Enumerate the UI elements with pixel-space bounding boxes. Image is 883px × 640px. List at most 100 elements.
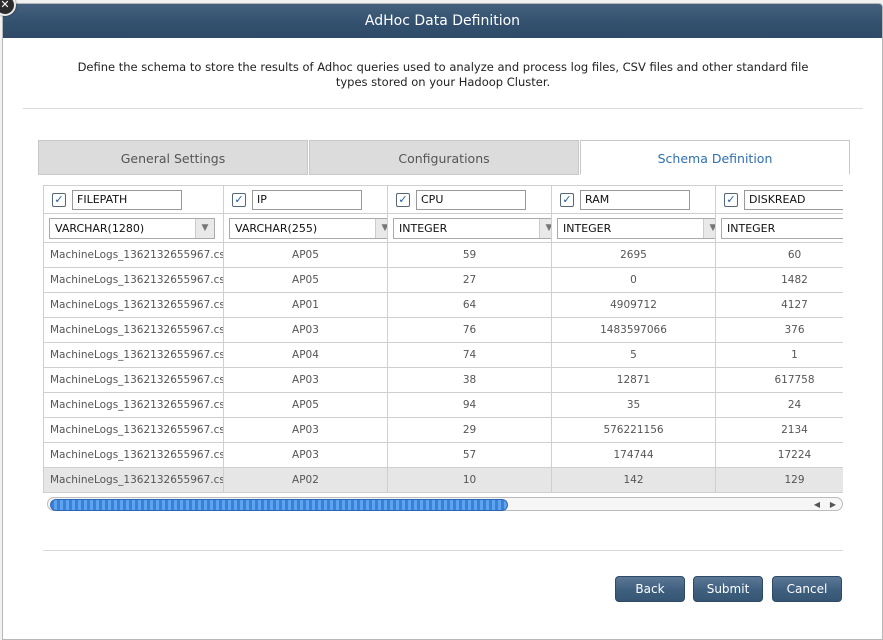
dialog-window: AdHoc Data Definition Define the schema … [2, 3, 883, 640]
table-cell: 142 [551, 467, 716, 493]
column-name-input[interactable] [72, 189, 182, 210]
scroll-arrows: ◀ ▶ [809, 498, 841, 510]
table-cell: MachineLogs_1362132655967.csv [43, 267, 224, 293]
column-type-cell: INTEGER ▼ [387, 213, 552, 243]
table-cell: 57 [387, 442, 552, 468]
table-row[interactable]: MachineLogs_1362132655967.csv AP03 76 14835… [43, 317, 843, 343]
table-cell: 1483597066 [551, 317, 716, 343]
chevron-down-icon[interactable]: ▼ [195, 218, 214, 238]
table-cell: MachineLogs_1362132655967.csv [43, 442, 224, 468]
table-cell: 29 [387, 417, 552, 443]
cancel-button[interactable]: Cancel [772, 576, 842, 602]
chevron-down-icon[interactable]: ▼ [703, 218, 715, 238]
table-cell: MachineLogs_1362132655967.csv [43, 392, 224, 418]
table-cell: 174744 [551, 442, 716, 468]
divider [43, 550, 843, 551]
table-cell: 2134 [715, 417, 843, 443]
column-type-value: INTEGER [399, 221, 448, 235]
scroll-left-icon[interactable]: ◀ [814, 500, 820, 509]
column-name-input[interactable] [580, 189, 690, 210]
table-cell: 76 [387, 317, 552, 343]
table-row[interactable]: MachineLogs_1362132655967.csv AP03 38 12871… [43, 367, 843, 393]
table-cell: 4909712 [551, 292, 716, 318]
table-cell: 27 [387, 267, 552, 293]
table-cell: 376 [715, 317, 843, 343]
column-type-select[interactable]: VARCHAR(1280) ▼ [49, 217, 215, 239]
dialog-title: AdHoc Data Definition [3, 4, 882, 38]
column-name-input[interactable] [252, 189, 362, 210]
table-cell: MachineLogs_1362132655967.csv [43, 242, 224, 268]
column-name-input[interactable] [416, 189, 526, 210]
table-cell: 35 [551, 392, 716, 418]
horizontal-scrollbar[interactable]: ◀ ▶ [47, 497, 843, 511]
column-type-select[interactable]: INTEGER ▼ [557, 217, 715, 239]
submit-button[interactable]: Submit [693, 576, 763, 602]
column-include-checkbox[interactable]: ✓ [52, 192, 66, 207]
table-cell: 24 [715, 392, 843, 418]
table-row[interactable]: MachineLogs_1362132655967.csv AP05 94 35 24 [43, 392, 843, 418]
table-cell: 64 [387, 292, 552, 318]
table-row[interactable]: MachineLogs_1362132655967.csv AP01 64 49097… [43, 292, 843, 318]
chevron-down-icon[interactable]: ▼ [539, 218, 551, 238]
column-type-cell: INTEGER ▼ [551, 213, 716, 243]
column-header: ✓ [225, 189, 387, 210]
column-include-checkbox[interactable]: ✓ [724, 192, 738, 207]
table-cell: 617758 [715, 367, 843, 393]
column-type-cell: INTEGER▼ [715, 213, 843, 243]
table-cell: 1482 [715, 267, 843, 293]
table-cell: 74 [387, 342, 552, 368]
schema-grid: ✓✓✓✓✓VARCHAR(1280)▼VARCHAR(255)▼INTEGER▼… [43, 185, 843, 515]
table-row[interactable]: MachineLogs_1362132655967.csv AP05 59 2695 6… [43, 242, 843, 268]
table-cell: 38 [387, 367, 552, 393]
column-include-checkbox[interactable]: ✓ [560, 192, 574, 207]
table-cell: 12871 [551, 367, 716, 393]
column-type-value: INTEGER [563, 221, 612, 235]
column-type-value: VARCHAR(1280) [55, 221, 145, 235]
chevron-down-icon[interactable]: ▼ [375, 218, 387, 238]
table-cell: 0 [551, 267, 716, 293]
table-cell: 129 [715, 467, 843, 493]
table-cell: 17224 [715, 442, 843, 468]
table-row[interactable]: MachineLogs_1362132655967.csv AP04 74 5 1 [43, 342, 843, 368]
table-cell: 94 [387, 392, 552, 418]
table-cell: AP03 [223, 367, 388, 393]
table-cell: MachineLogs_1362132655967.csv [43, 467, 224, 493]
column-type-value: VARCHAR(255) [235, 221, 318, 235]
table-cell: 4127 [715, 292, 843, 318]
table-row[interactable]: MachineLogs_1362132655967.csv AP03 57 17474… [43, 442, 843, 468]
table-cell: 60 [715, 242, 843, 268]
table-row[interactable]: MachineLogs_1362132655967.csv AP02 10 142 12… [43, 467, 843, 493]
table-cell: MachineLogs_1362132655967.csv [43, 367, 224, 393]
table-cell: AP05 [223, 242, 388, 268]
column-header-cell: ✓ [715, 185, 843, 214]
table-row[interactable]: MachineLogs_1362132655967.csv AP03 29 57622… [43, 417, 843, 443]
column-type-value: INTEGER [727, 221, 776, 235]
back-button[interactable]: Back [615, 576, 685, 602]
column-include-checkbox[interactable]: ✓ [232, 192, 246, 207]
column-header-cell: ✓ [387, 185, 552, 214]
table-cell: AP05 [223, 267, 388, 293]
column-type-select[interactable]: INTEGER▼ [721, 217, 843, 239]
column-include-checkbox[interactable]: ✓ [396, 192, 410, 207]
column-header-row: ✓ ✓ ✓ ✓ ✓ [43, 185, 843, 214]
scrollbar-thumb[interactable] [50, 499, 508, 511]
column-header: ✓ [45, 189, 223, 210]
tab-configurations[interactable]: Configurations [309, 140, 579, 175]
column-header: ✓ [717, 189, 843, 210]
table-cell: MachineLogs_1362132655967.csv [43, 317, 224, 343]
column-type-row: VARCHAR(1280)▼VARCHAR(255)▼INTEGER▼INTEG… [43, 213, 843, 243]
column-type-cell: VARCHAR(255) ▼ [223, 213, 388, 243]
table-cell: AP03 [223, 442, 388, 468]
table-cell: AP04 [223, 342, 388, 368]
tab-schema-definition[interactable]: Schema Definition [580, 140, 850, 175]
column-type-select[interactable]: VARCHAR(255) ▼ [229, 217, 387, 239]
scroll-right-icon[interactable]: ▶ [830, 500, 836, 509]
table-cell: AP02 [223, 467, 388, 493]
table-cell: 10 [387, 467, 552, 493]
table-row[interactable]: MachineLogs_1362132655967.csv AP05 27 0 1482 [43, 267, 843, 293]
table-cell: 1 [715, 342, 843, 368]
column-type-select[interactable]: INTEGER ▼ [393, 217, 551, 239]
table-cell: MachineLogs_1362132655967.csv [43, 292, 224, 318]
column-name-input[interactable] [744, 189, 843, 210]
tab-general-settings[interactable]: General Settings [38, 140, 308, 175]
